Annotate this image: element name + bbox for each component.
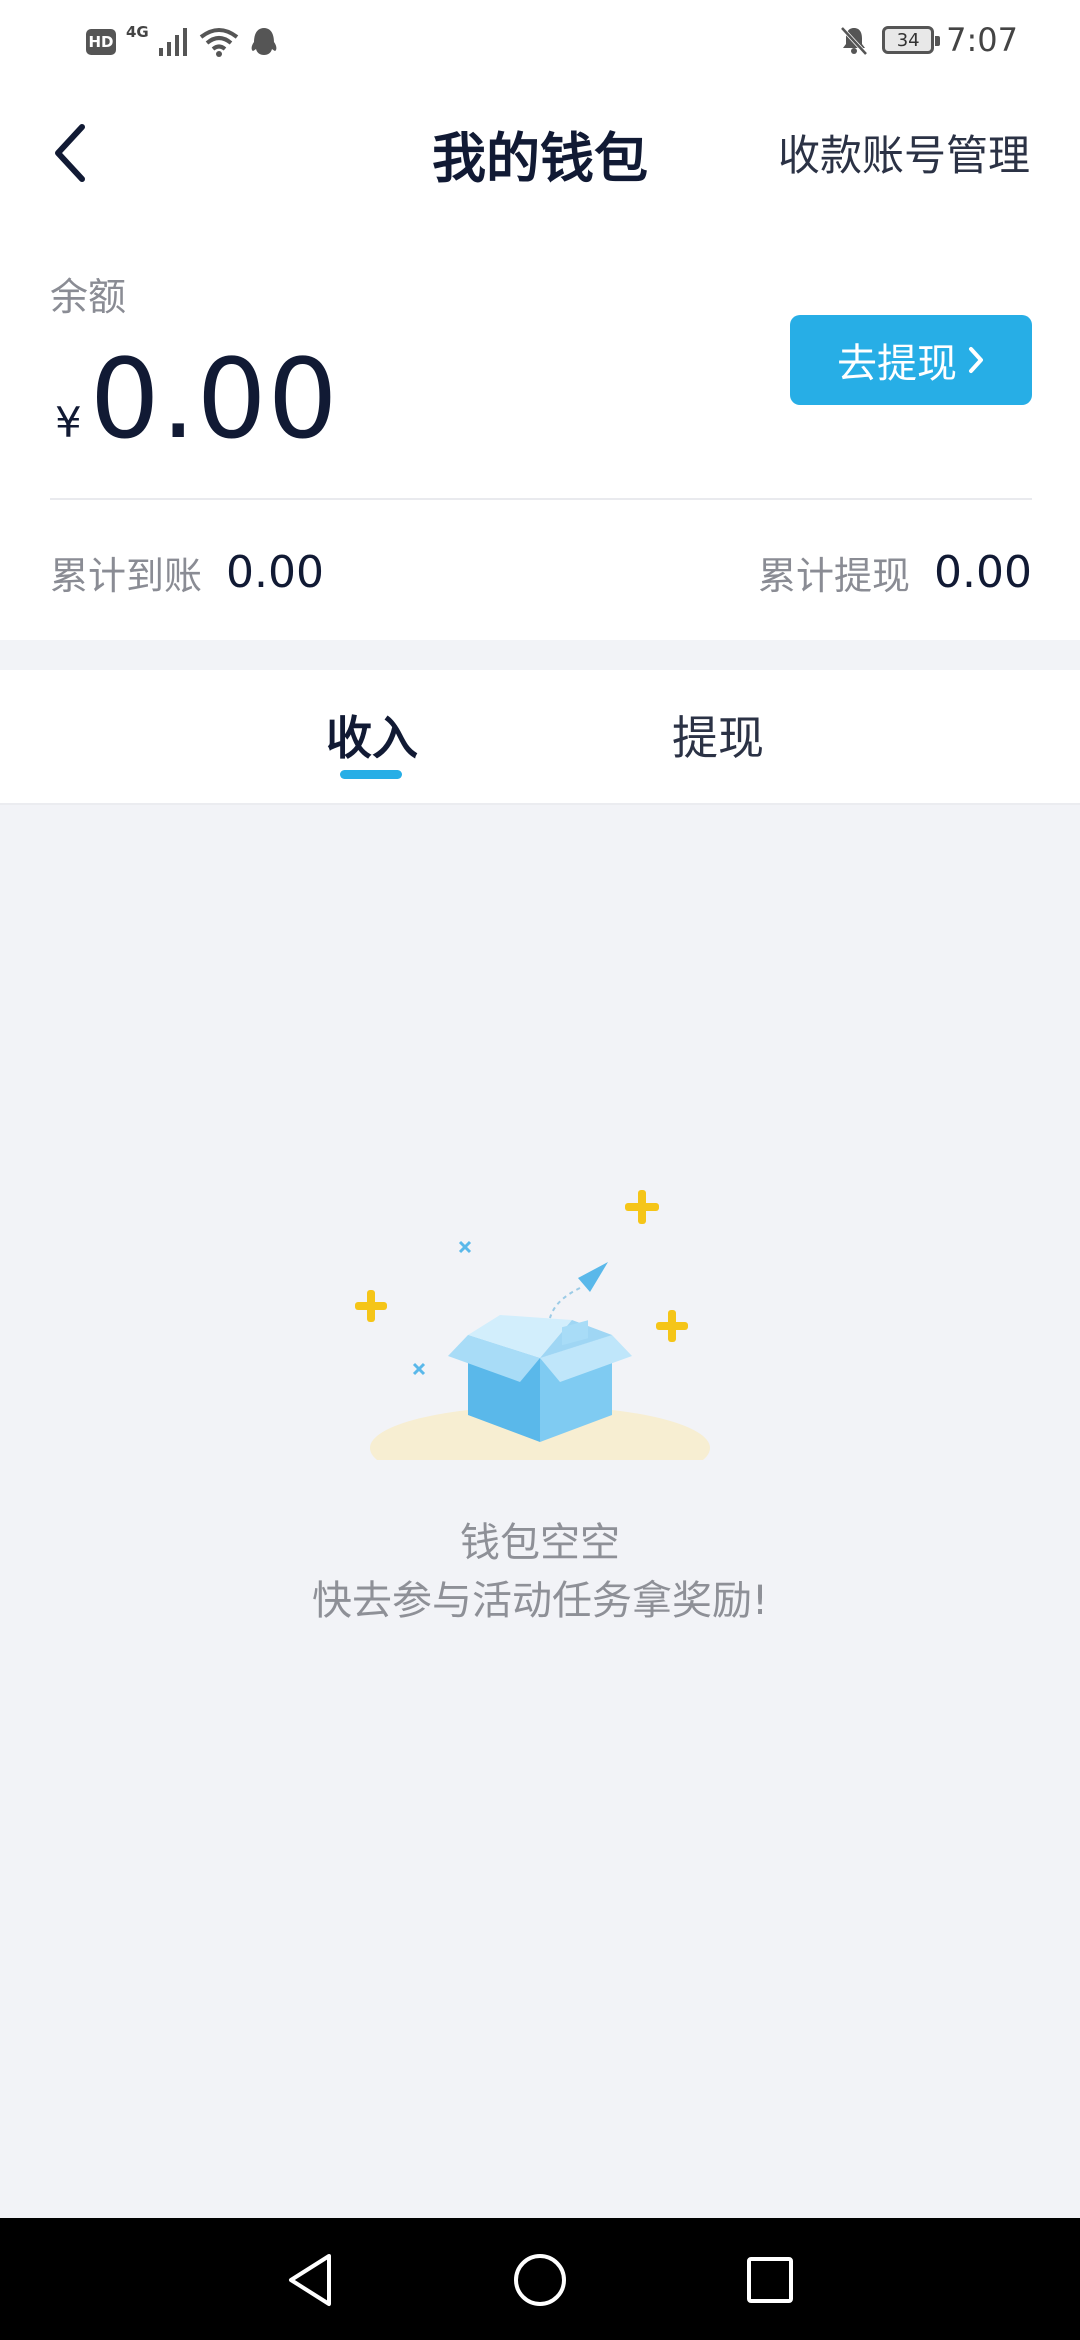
triangle-back-icon [289, 2254, 331, 2306]
balance-amount: 0.00 [89, 335, 339, 463]
system-nav-bar [0, 2218, 1080, 2340]
total-withdrawn-stat: 累计提现 0.00 [758, 545, 1032, 600]
empty-state-title: 钱包空空 [460, 1520, 620, 1566]
signal-icon [158, 28, 187, 56]
app-header: 我的钱包 收款账号管理 [0, 80, 1080, 220]
divider [50, 498, 1032, 500]
tab-bar: 收入 提现 [0, 670, 1080, 805]
total-received-stat: 累计到账 0.00 [50, 545, 324, 600]
balance-label: 余额 [50, 275, 127, 319]
hd-icon: HD [86, 29, 116, 55]
nav-recents-button[interactable] [738, 2248, 802, 2312]
balance-row: ¥ 0.00 [55, 335, 339, 463]
nav-back-button[interactable] [278, 2248, 342, 2312]
chevron-right-icon [969, 347, 983, 373]
total-withdrawn-value: 0.00 [934, 547, 1032, 598]
tab-withdraw[interactable]: 提现 [672, 702, 764, 768]
status-bar: HD 4G 34 7:07 [0, 0, 1080, 80]
empty-state-subtitle: 快去参与活动任务拿奖励! [311, 1578, 769, 1624]
empty-box-illustration [355, 1190, 710, 1460]
tab-income[interactable]: 收入 [326, 702, 418, 768]
total-withdrawn-label: 累计提现 [758, 554, 911, 598]
nav-home-button[interactable] [508, 2248, 572, 2312]
wifi-icon [199, 28, 238, 57]
qq-notification-icon [251, 28, 277, 55]
empty-state: 钱包空空 快去参与活动任务拿奖励! [0, 1170, 1080, 1640]
active-tab-indicator [340, 770, 402, 779]
status-time: 7:07 [946, 21, 1018, 59]
withdraw-button[interactable]: 去提现 [790, 315, 1032, 405]
balance-card: 余额 ¥ 0.00 去提现 累计到账 0.00 累计提现 0.00 [0, 220, 1080, 640]
withdraw-button-label: 去提现 [837, 341, 957, 387]
status-right-group: 34 7:07 [838, 18, 1018, 62]
currency-symbol: ¥ [55, 398, 82, 447]
total-received-label: 累计到账 [50, 554, 203, 598]
mute-icon [840, 26, 868, 56]
battery-icon: 34 [882, 26, 941, 54]
status-left-group: HD 4G [86, 22, 279, 62]
square-recents-icon [747, 2257, 793, 2303]
network-type: 4G [126, 23, 149, 41]
circle-home-icon [514, 2254, 566, 2306]
total-received-value: 0.00 [226, 547, 324, 598]
payee-account-management-link[interactable]: 收款账号管理 [778, 122, 1030, 183]
